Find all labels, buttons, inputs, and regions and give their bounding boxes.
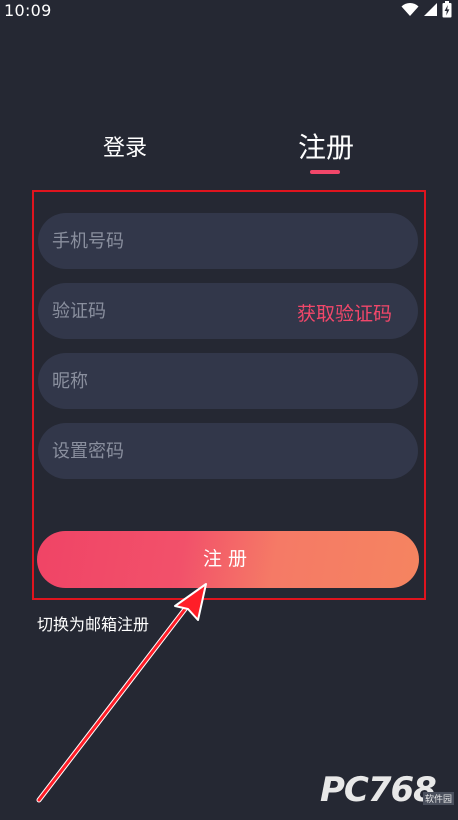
watermark-logo: PC768 软件园 (320, 770, 454, 814)
signal-icon (423, 2, 438, 21)
annotation-highlight-box (32, 190, 426, 600)
active-tab-indicator (310, 170, 340, 174)
tab-login[interactable]: 登录 (86, 130, 164, 162)
tab-register[interactable]: 注册 (284, 126, 368, 166)
watermark-subtext: 软件园 (422, 792, 454, 805)
watermark-text: PC768 (320, 770, 437, 810)
battery-charging-icon (442, 0, 452, 22)
status-bar: 10:09 (0, 0, 458, 22)
status-time: 10:09 (4, 1, 52, 20)
status-icons (401, 0, 452, 22)
auth-tabs: 登录 注册 (0, 120, 458, 180)
wifi-icon (401, 2, 419, 21)
switch-to-email-register-link[interactable]: 切换为邮箱注册 (37, 611, 149, 635)
